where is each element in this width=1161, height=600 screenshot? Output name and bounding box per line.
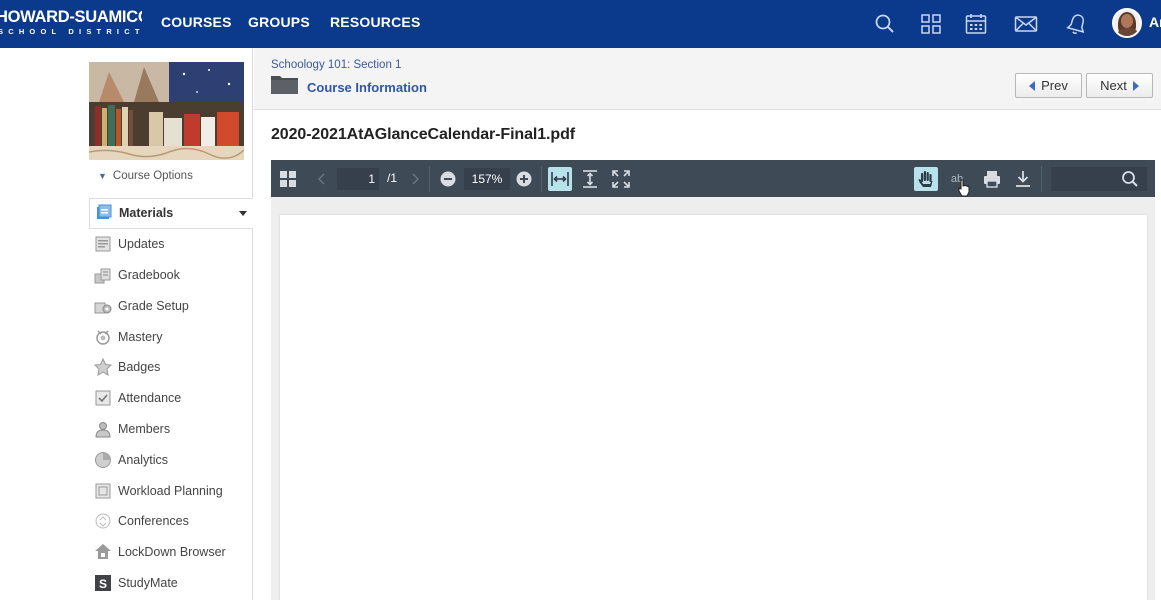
grade-setup-icon (94, 297, 112, 315)
updates-icon (94, 235, 112, 253)
next-page-icon[interactable] (403, 167, 427, 191)
materials-icon (95, 204, 113, 222)
course-sidebar: ▼ Course Options Materials Updates Gradeb… (0, 48, 253, 600)
mastery-icon (94, 328, 112, 346)
workload-planning-icon (94, 482, 112, 500)
zoom-level-field[interactable]: 157% (464, 168, 510, 190)
pan-hand-icon[interactable] (914, 167, 938, 191)
sidebar-item-label: Materials (119, 206, 174, 221)
lockdown-browser-icon (94, 543, 112, 561)
sidebar-item-lockdown-browser[interactable]: LockDown Browser (89, 537, 253, 568)
sidebar-item-members[interactable]: Members (89, 414, 253, 445)
logo-subtitle: SCHOOL DISTRICT (0, 27, 142, 36)
search-icon[interactable] (1118, 167, 1142, 191)
fullscreen-icon[interactable] (609, 167, 633, 191)
district-logo[interactable]: HOWARD-SUAMICO SCHOOL DISTRICT (0, 7, 142, 39)
notifications-bell-icon[interactable] (1064, 11, 1090, 37)
previous-page-icon[interactable] (310, 167, 334, 191)
calendar-icon[interactable] (963, 11, 989, 37)
sidebar-item-label: Analytics (118, 452, 169, 467)
chevron-down-icon[interactable] (239, 211, 247, 216)
sidebar-item-label: LockDown Browser (118, 545, 226, 560)
download-icon[interactable] (1011, 167, 1035, 191)
next-label: Next (1100, 78, 1127, 93)
svg-text:S: S (99, 577, 107, 591)
toolbar-divider (429, 166, 430, 192)
print-icon[interactable] (980, 167, 1004, 191)
sidebar-item-badges[interactable]: Badges (89, 352, 253, 383)
course-profile-image (89, 62, 244, 160)
sidebar-item-label: Workload Planning (118, 483, 223, 498)
members-icon (94, 420, 112, 438)
pdf-page[interactable] (280, 215, 1147, 600)
nav-courses[interactable]: COURSES (161, 14, 232, 30)
logo-title: HOWARD-SUAMICO (0, 8, 142, 26)
folder-icon (271, 74, 298, 94)
sidebar-item-workload-planning[interactable]: Workload Planning (89, 475, 253, 506)
next-button[interactable]: Next (1086, 73, 1153, 98)
breadcrumb[interactable]: Schoology 101: Section 1 (271, 59, 401, 71)
arrow-left-icon (1029, 80, 1036, 91)
user-avatar[interactable] (1112, 8, 1142, 38)
sidebar-item-label: Updates (118, 237, 165, 252)
folder-title[interactable]: Course Information (307, 80, 427, 95)
sidebar-item-label: Conferences (118, 514, 189, 529)
prev-button[interactable]: Prev (1015, 73, 1082, 98)
sidebar-item-label: StudyMate (118, 575, 178, 590)
page-total: /1 (387, 171, 398, 185)
badges-icon (94, 358, 112, 377)
pointer-cursor-icon (957, 179, 971, 197)
sidebar-item-gradebook[interactable]: Gradebook (89, 260, 253, 291)
studymate-icon: S (94, 574, 112, 592)
page-number-input[interactable]: 1 (337, 168, 379, 190)
conferences-icon (94, 512, 112, 530)
sidebar-item-attendance[interactable]: Attendance (89, 383, 253, 414)
sidebar-item-label: Members (118, 421, 171, 436)
sidebar-item-grade-setup[interactable]: Grade Setup (89, 290, 253, 321)
toolbar-divider (1041, 166, 1042, 192)
sidebar-item-studymate[interactable]: S StudyMate (89, 568, 253, 599)
folder-header: Schoology 101: Section 1 Course Informat… (254, 48, 1161, 110)
gradebook-icon (94, 266, 112, 284)
analytics-icon (94, 451, 112, 469)
arrow-right-icon (1132, 80, 1139, 91)
thumbnails-grid-icon[interactable] (276, 167, 300, 191)
search-icon[interactable] (872, 11, 898, 37)
course-options-toggle[interactable]: ▼ Course Options (98, 170, 193, 182)
fit-page-icon[interactable] (578, 167, 602, 191)
sidebar-item-label: Gradebook (118, 267, 180, 282)
nav-groups[interactable]: GROUPS (248, 14, 310, 30)
course-menu: Materials Updates Gradebook Grade Setup (89, 198, 253, 598)
toolbar-divider (541, 166, 542, 192)
apps-grid-icon[interactable] (918, 11, 944, 37)
prev-label: Prev (1041, 78, 1068, 93)
course-options-label: Course Options (112, 170, 193, 182)
document-title: 2020-2021AtAGlanceCalendar-Final1.pdf (271, 126, 575, 143)
zoom-out-icon[interactable] (436, 167, 460, 191)
sidebar-item-conferences[interactable]: Conferences (89, 506, 253, 537)
sidebar-item-label: Mastery (118, 329, 163, 344)
caret-down-icon: ▼ (98, 171, 107, 181)
attendance-icon (94, 389, 112, 407)
fit-width-icon[interactable] (548, 167, 572, 191)
pdf-toolbar: 1 /1 157% ab (271, 160, 1155, 197)
sidebar-item-label: Badges (118, 360, 161, 375)
sidebar-item-analytics[interactable]: Analytics (89, 444, 253, 475)
user-name[interactable]: Ar (1149, 14, 1161, 30)
nav-resources[interactable]: RESOURCES (330, 14, 420, 30)
mail-icon[interactable] (1013, 11, 1039, 37)
sidebar-item-updates[interactable]: Updates (89, 229, 253, 260)
sidebar-item-mastery[interactable]: Mastery (89, 321, 253, 352)
zoom-in-icon[interactable] (512, 167, 536, 191)
pdf-viewer[interactable] (271, 197, 1155, 600)
sidebar-item-label: Attendance (118, 391, 182, 406)
sidebar-item-materials[interactable]: Materials (89, 198, 253, 229)
sidebar-item-label: Grade Setup (118, 298, 189, 313)
top-navigation-bar: HOWARD-SUAMICO SCHOOL DISTRICT COURSES G… (0, 0, 1161, 48)
